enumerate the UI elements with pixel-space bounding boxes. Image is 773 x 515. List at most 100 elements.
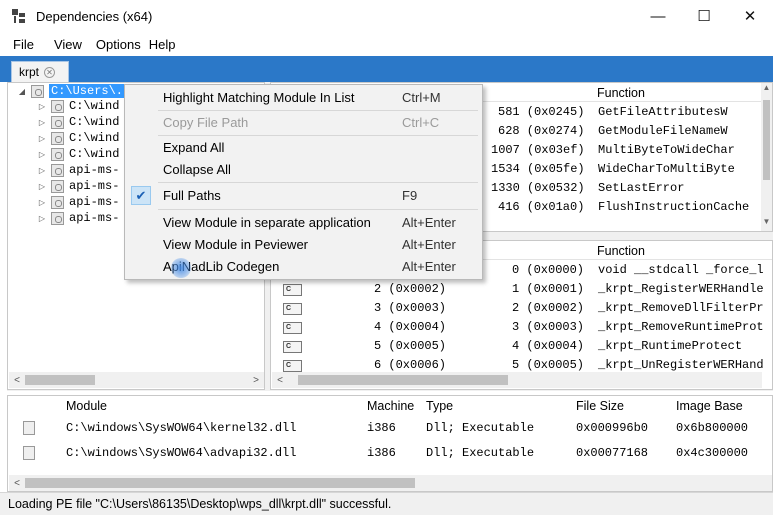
module-row[interactable]: C:\windows\SysWOW64\advapi32.dll i386 Dl… [8,443,772,467]
menu-help[interactable]: Help [143,37,182,52]
export-hint: 3 (0x0003) [512,320,585,334]
expand-icon[interactable]: ▷ [37,166,47,175]
export-ordinal: 5 (0x0005) [374,339,447,353]
context-menu: Highlight Matching Module In List Ctrl+M… [124,84,483,280]
export-ordinal: 3 (0x0003) [374,301,447,315]
module-file-size: 0x000996b0 [576,421,649,435]
scroll-thumb[interactable] [25,478,415,488]
module-icon [31,84,44,98]
expand-icon[interactable]: ▷ [37,198,47,207]
scroll-up-icon[interactable]: ▲ [761,83,772,97]
scroll-down-icon[interactable]: ▼ [761,217,772,231]
export-ordinal: 2 (0x0002) [374,282,447,296]
c-function-icon: C [283,341,302,353]
scroll-thumb[interactable] [298,375,508,385]
close-button[interactable]: ✕ [727,0,773,32]
menu-separator [158,110,478,111]
menu-separator [158,209,478,210]
expand-icon[interactable]: ▷ [37,134,47,143]
export-function: _krpt_UnRegisterWERHand [598,358,764,372]
imports-function-header[interactable]: Function [597,83,645,102]
tree-hscrollbar[interactable]: < > [9,372,264,388]
import-function: MultiByteToWideChar [598,143,735,157]
module-icon [51,131,64,145]
module-machine: i386 [367,421,396,435]
image-base-column-header[interactable]: Image Base [676,396,743,416]
mouse-cursor-icon [171,258,191,278]
maximize-icon: ☐ [697,8,711,25]
tab-close-icon[interactable]: ✕ [44,66,56,78]
module-row[interactable]: C:\windows\SysWOW64\kernel32.dll i386 Dl… [8,418,772,442]
scroll-left-icon[interactable]: < [9,478,25,489]
export-hint: 1 (0x0001) [512,282,585,296]
scroll-thumb[interactable] [25,375,95,385]
menu-options[interactable]: Options [90,37,147,52]
dll-file-icon [23,446,35,460]
c-function-icon: C [283,284,302,296]
export-hint: 4 (0x0004) [512,339,585,353]
maximize-button[interactable]: ☐ [681,0,727,32]
import-function: GetModuleFileNameW [598,124,728,138]
scroll-thumb[interactable] [763,100,770,180]
expand-icon[interactable]: ▷ [37,102,47,111]
module-type: Dll; Executable [426,446,535,460]
menu-item-full-paths[interactable]: ✔ Full Paths F9 [125,185,482,206]
expand-icon[interactable]: ▷ [37,118,47,127]
menu-item-collapse-all[interactable]: Collapse All [125,159,482,180]
module-icon [51,163,64,177]
minimize-button[interactable]: — [635,0,681,32]
c-function-icon: C [283,322,302,334]
close-icon: ✕ [743,8,757,25]
modules-list[interactable]: Module Machine Type File Size Image Base… [7,395,773,492]
import-function: GetFileAttributesW [598,105,728,119]
file-size-column-header[interactable]: File Size [576,396,624,416]
exports-function-header[interactable]: Function [597,241,645,260]
machine-column-header[interactable]: Machine [367,396,414,416]
import-function: FlushInstructionCache [598,200,750,214]
expand-icon[interactable]: ▷ [37,150,47,159]
menu-bar: File View Options Help [0,32,773,56]
menu-view[interactable]: View [48,37,88,52]
export-function: _krpt_RemoveDllFilterPr [598,301,764,315]
scroll-right-icon[interactable]: > [248,375,264,386]
module-type: Dll; Executable [426,421,535,435]
scroll-left-icon[interactable]: < [9,375,25,386]
collapse-icon[interactable]: ◢ [17,87,27,96]
c-function-icon: C [283,360,302,372]
type-column-header[interactable]: Type [426,396,453,416]
title-bar: Dependencies (x64) — ☐ ✕ [0,0,773,32]
export-hint: 0 (0x0000) [512,263,585,277]
c-function-icon: C [283,303,302,315]
import-ordinal: 416 (0x01a0) [498,200,585,214]
module-path: C:\windows\SysWOW64\kernel32.dll [66,421,297,435]
app-icon [11,8,27,24]
menu-item-expand-all[interactable]: Expand All [125,137,482,158]
tab-krpt[interactable]: krpt ✕ [11,61,69,82]
module-column-header[interactable]: Module [66,396,107,416]
scroll-left-icon[interactable]: < [272,375,288,386]
exports-hscrollbar[interactable]: < [272,372,762,388]
module-icon [51,99,64,113]
export-function: _krpt_RemoveRuntimeProt [598,320,764,334]
module-icon [51,115,64,129]
menu-file[interactable]: File [7,37,40,52]
export-function: void __stdcall _force_l [598,263,764,277]
tab-strip: krpt ✕ [0,56,773,82]
menu-item-view-in-peviewer[interactable]: View Module in Peviewer Alt+Enter [125,234,482,255]
module-file-size: 0x00077168 [576,446,649,460]
export-function: _krpt_RuntimeProtect [598,339,743,353]
menu-item-copy-file-path[interactable]: Copy File Path Ctrl+C [125,112,482,133]
export-hint: 2 (0x0002) [512,301,585,315]
minimize-icon: — [650,7,666,25]
menu-item-view-separate-app[interactable]: View Module in separate application Alt+… [125,212,482,233]
dll-file-icon [23,421,35,435]
module-icon [51,211,64,225]
imports-vscrollbar[interactable]: ▲ ▼ [761,83,772,231]
export-ordinal: 6 (0x0006) [374,358,447,372]
expand-icon[interactable]: ▷ [37,182,47,191]
expand-icon[interactable]: ▷ [37,214,47,223]
modules-hscrollbar[interactable]: < [9,475,772,491]
module-icon [51,195,64,209]
menu-item-highlight-matching-module[interactable]: Highlight Matching Module In List Ctrl+M [125,87,482,108]
export-hint: 5 (0x0005) [512,358,585,372]
